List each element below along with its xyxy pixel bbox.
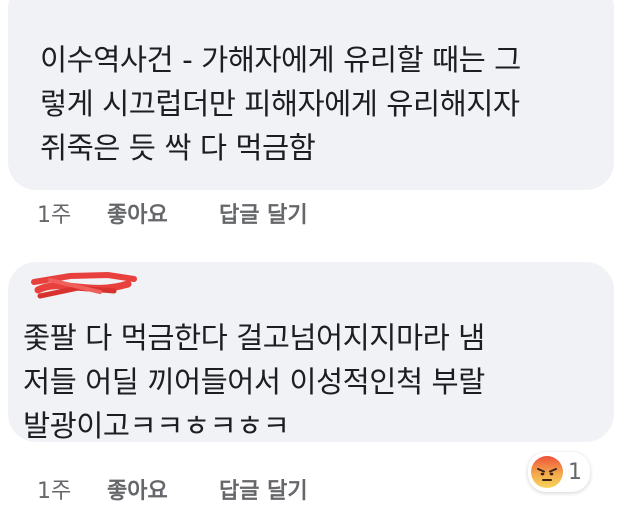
reply-button[interactable]: 답글 달기 [219, 197, 308, 229]
comment-actions: 1주 좋아요 답글 달기 [37, 473, 308, 505]
like-button[interactable]: 좋아요 [107, 473, 219, 505]
comment-text: 좇팔 다 먹금한다 걸고넘어지지마라 냄 저들 어딜 끼어들어서 이성적인척 부… [23, 321, 485, 443]
redacted-author-name [31, 271, 137, 299]
reaction-summary[interactable]: 1 [528, 452, 590, 492]
comment-text: 이수역사건 - 가해자에게 유리할 때는 그 렇게 시끄럽더만 피해자에게 유리… [40, 43, 521, 165]
comment-actions: 1주 좋아요 답글 달기 [37, 197, 308, 229]
reaction-count: 1 [568, 459, 582, 485]
reply-button[interactable]: 답글 달기 [219, 473, 308, 505]
angry-emoji-icon [531, 456, 563, 488]
like-button[interactable]: 좋아요 [107, 197, 219, 229]
comment-bubble: 이수역사건 - 가해자에게 유리할 때는 그 렇게 시끄럽더만 피해자에게 유리… [8, 0, 614, 190]
comment-timestamp[interactable]: 1주 [37, 473, 107, 505]
comment-timestamp[interactable]: 1주 [37, 197, 107, 229]
